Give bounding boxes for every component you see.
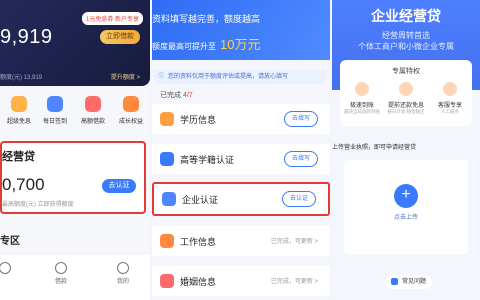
row-label: 工作信息 (180, 237, 217, 247)
profile-completion-screen: 资料填写越完善，额度越高 额度最高可提升至 10万元 您的资料仅用于额度评估或提高… (152, 0, 330, 300)
row-enterprise-cert[interactable]: 企业认证 去认证 (152, 182, 330, 216)
faq-button[interactable]: 常见问题 (386, 275, 433, 289)
clock-icon (55, 262, 67, 274)
privilege-early-repay: 提前还款免息 按日计息 随借随还 (384, 82, 428, 115)
privilege-label: 客服专享 (437, 103, 462, 109)
row-higher-education[interactable]: 高等学籍认证 去填写 (152, 144, 330, 174)
fill-button[interactable]: 去填写 (283, 151, 318, 167)
quick-item-free-interest[interactable]: 超级免息 (4, 96, 34, 125)
privilege-service: 客服专享 人工服务 (428, 82, 472, 115)
tab-label: 借款 (54, 279, 67, 285)
certify-button[interactable]: 去认证 (102, 179, 136, 193)
money-bag-icon (85, 96, 101, 112)
quick-item-high-loan[interactable]: 高额借款 (78, 96, 108, 125)
privileges-title: 专属特权 (392, 68, 420, 75)
quick-entry-row: 超级免息 每日签到 高额借款 成长权益 (0, 96, 150, 136)
privilege-label: 提前还款免息 (387, 103, 424, 109)
privilege-fast: 极速到账 最快当日放款到账 (340, 82, 384, 115)
privileges-card: 专属特权 极速到账 最快当日放款到账 提前还款免息 按日计息 随借随还 客服专享… (340, 60, 472, 126)
completed-update-link[interactable]: 已完成，可更新 > (271, 236, 318, 245)
quick-item-checkin[interactable]: 每日签到 (40, 96, 70, 125)
coupon-tag[interactable]: 1元免息券 新户专享 (82, 12, 144, 25)
quick-item-label: 成长权益 (118, 119, 143, 125)
user-icon (117, 262, 129, 274)
completed-update-link[interactable]: 已完成，可更新 > (271, 276, 318, 285)
section-title: 专区 (0, 236, 20, 247)
loan-subtitle: 最高额度(元) 立即获得额度 (2, 202, 74, 208)
loan-amount: 0,700 (2, 175, 45, 194)
banner-max-amount: 10万元 (220, 37, 261, 52)
bottom-tab-bar: 借款 我的 (0, 253, 150, 300)
privilege-sub: 人工服务 (441, 109, 459, 114)
row-marriage-info[interactable]: 婚姻信息 已完成，可更新 > (152, 266, 330, 296)
loan-title: 经营贷 (2, 151, 35, 163)
row-education[interactable]: 学历信息 去填写 (152, 104, 330, 134)
calendar-icon (47, 96, 63, 112)
enterprise-icon (162, 192, 176, 206)
upload-label[interactable]: 点击上传 (344, 212, 468, 221)
headset-icon (443, 82, 457, 96)
calendar-icon (399, 82, 413, 96)
borrow-now-button[interactable]: 立即借款 (100, 30, 140, 44)
subtitle-line-2: 个体工商户和小微企业专属 (358, 42, 454, 51)
banner-line-2: 额度最高可提升至 10万元 (152, 34, 260, 53)
license-upload-area[interactable]: + 点击上传 (344, 160, 468, 254)
fill-button[interactable]: 去填写 (283, 111, 318, 127)
tab-home[interactable] (0, 262, 20, 276)
row-label: 高等学籍认证 (180, 155, 235, 165)
tab-loan[interactable]: 借款 (46, 262, 76, 285)
coupon-icon (11, 96, 27, 112)
heart-icon (160, 274, 174, 288)
row-label: 企业认证 (182, 195, 219, 205)
certify-button[interactable]: 去认证 (281, 191, 316, 207)
home-screen: 1元免息券 新户专享 9,919 立即借款 额度(元) 13,919 提升额度 … (0, 0, 150, 300)
tab-mine[interactable]: 我的 (108, 262, 138, 285)
business-loan-screen: 企业经营贷 经营周转首选 个体工商户和小微企业专属 专属特权 极速到账 最快当日… (332, 0, 480, 300)
raise-credit-link[interactable]: 提升额度 > (111, 72, 140, 81)
row-label: 学历信息 (180, 115, 217, 125)
privilege-label: 极速到账 (349, 103, 374, 109)
row-work-info[interactable]: 工作信息 已完成，可更新 > (152, 226, 330, 256)
row-label: 婚姻信息 (180, 277, 217, 287)
lightning-icon (355, 82, 369, 96)
available-amount: 9,919 (0, 26, 53, 48)
banner-line-1: 资料填写越完善，额度越高 (152, 14, 261, 24)
privilege-sub: 按日计息 随借随还 (387, 109, 425, 114)
briefcase-icon (160, 234, 174, 248)
tab-label: 我的 (116, 279, 129, 285)
credit-line-text: 额度(元) 13,919 (0, 75, 43, 81)
quick-item-label: 每日签到 (42, 119, 67, 125)
quick-item-label: 超级免息 (6, 119, 31, 125)
graduation-cap-icon (160, 112, 174, 126)
privilege-sub: 最快当日放款到账 (344, 109, 380, 114)
business-loan-card[interactable]: 经营贷 0,700 最高额度(元) 立即获得额度 去认证 (0, 141, 146, 214)
medal-icon (123, 96, 139, 112)
progress-text: 已完成 4/7 (160, 90, 193, 100)
progress-label: 已完成 (160, 92, 181, 99)
credit-card: 1元免息券 新户专享 9,919 立即借款 额度(元) 13,919 提升额度 … (0, 0, 150, 86)
banner-line-2-prefix: 额度最高可提升至 (152, 42, 216, 51)
plus-icon[interactable]: + (394, 184, 418, 208)
promo-banner: 资料填写越完善，额度越高 额度最高可提升至 10万元 (152, 0, 330, 60)
hero-subtitle: 经营周转首选 个体工商户和小微企业专属 (332, 30, 480, 52)
progress-count: 4/7 (182, 92, 193, 99)
home-icon (0, 262, 11, 274)
upload-tip: 上传营业执照，即可申请经营贷 (332, 145, 417, 151)
page-title: 企业经营贷 (371, 8, 441, 24)
privacy-notice: 您的资料仅用于额度评估或提高，请放心填写 (154, 70, 326, 84)
subtitle-line-1: 经营周转首选 (382, 31, 430, 40)
quick-item-growth[interactable]: 成长权益 (116, 96, 146, 125)
school-icon (160, 152, 174, 166)
quick-item-label: 高额借款 (80, 119, 105, 125)
